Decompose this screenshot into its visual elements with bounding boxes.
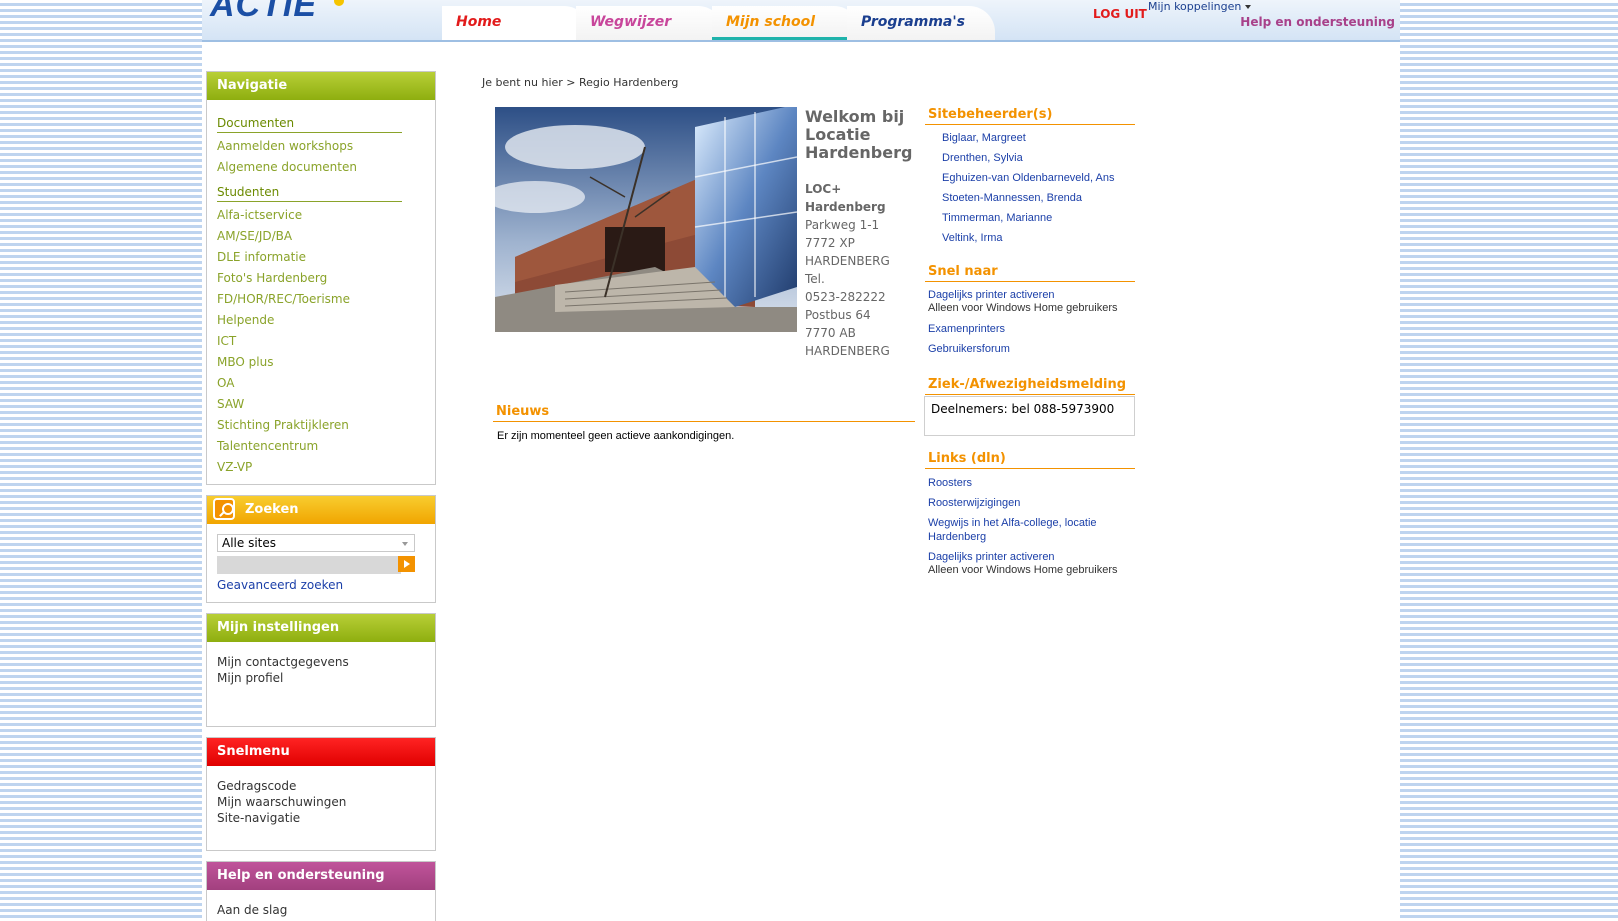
logo[interactable]: ACTIE	[210, 0, 317, 25]
building-photo-svg	[495, 107, 797, 332]
chevron-down-icon	[1245, 5, 1252, 9]
links-item[interactable]: Dagelijks printer activeren	[928, 550, 1055, 564]
ziek-title: Ziek-/Afwezigheidsmelding	[925, 377, 1135, 395]
nav-item[interactable]: Stichting Praktijkleren	[217, 418, 425, 433]
koppelingen-label: Mijn koppelingen	[1148, 0, 1242, 13]
navigation-list: Documenten Aanmelden workshops Algemene …	[207, 100, 435, 475]
nav-item[interactable]: Foto's Hardenberg	[217, 271, 425, 286]
address-tel: 0523-282222	[805, 290, 886, 304]
search-body: Alle sites Geavanceerd zoeken	[207, 524, 435, 592]
address-po-zip: 7770 AB	[805, 326, 856, 340]
nav-item[interactable]: OA	[217, 376, 425, 391]
nav-item[interactable]: Aanmelden workshops	[217, 139, 425, 154]
snel-note: Alleen voor Windows Home gebruikers	[928, 302, 1118, 314]
tab-mijn-school[interactable]: Mijn school	[712, 6, 860, 40]
admins-title: Sitebeheerder(s)	[925, 107, 1135, 125]
help-link[interactable]: Help en ondersteuning	[1240, 15, 1395, 29]
snelmenu-list: Gedragscode Mijn waarschuwingen Site-nav…	[207, 766, 435, 826]
address-street: Parkweg 1-1	[805, 218, 880, 232]
links-item[interactable]: Roosters	[928, 476, 972, 490]
admin-link[interactable]: Biglaar, Margreet	[942, 131, 1026, 145]
nav-group-studenten[interactable]: Studenten	[217, 185, 402, 202]
help-box-title: Help en ondersteuning	[207, 862, 435, 890]
admin-link[interactable]: Stoeten-Mannessen, Brenda	[942, 191, 1082, 205]
nav-item[interactable]: DLE informatie	[217, 250, 425, 265]
admin-link[interactable]: Eghuizen-van Oldenbarneveld, Ans	[942, 171, 1114, 185]
news-title: Nieuws	[493, 404, 915, 422]
nav-item[interactable]: Alfa-ictservice	[217, 208, 425, 223]
search-go-button[interactable]	[398, 556, 415, 572]
address-block: LOC+ Hardenberg Parkweg 1-1 7772 XP HARD…	[805, 180, 915, 360]
help-box-list: Aan de slag	[207, 890, 435, 918]
address-po: Postbus 64	[805, 308, 871, 322]
snelmenu-item[interactable]: Site-navigatie	[217, 810, 425, 826]
nav-item[interactable]: FD/HOR/REC/Toerisme	[217, 292, 425, 307]
snelmenu-box: Snelmenu Gedragscode Mijn waarschuwingen…	[206, 737, 436, 851]
search-scope-value: Alle sites	[222, 536, 276, 550]
nav-item[interactable]: MBO plus	[217, 355, 425, 370]
address-tel-label: Tel.	[805, 272, 825, 286]
admin-link[interactable]: Veltink, Irma	[942, 231, 1003, 245]
logo-star-icon	[334, 0, 344, 6]
ziek-info-box: Deelnemers: bel 088-5973900	[924, 396, 1135, 436]
search-scope-select[interactable]: Alle sites	[217, 534, 415, 552]
snelmenu-item[interactable]: Mijn waarschuwingen	[217, 794, 425, 810]
search-title: Zoeken	[207, 496, 435, 524]
nav-item[interactable]: VZ-VP	[217, 460, 425, 475]
nav-group-documenten[interactable]: Documenten	[217, 116, 402, 133]
top-header: ACTIE Home Wegwijzer Mijn school Program…	[202, 0, 1400, 42]
snel-link[interactable]: Examenprinters	[928, 322, 1005, 336]
admin-link[interactable]: Timmerman, Marianne	[942, 211, 1052, 225]
location-photo	[495, 107, 797, 332]
page: ACTIE Home Wegwijzer Mijn school Program…	[202, 0, 1400, 921]
snelmenu-item[interactable]: Gedragscode	[217, 778, 425, 794]
settings-item[interactable]: Mijn profiel	[217, 670, 425, 686]
snelmenu-title: Snelmenu	[207, 738, 435, 766]
navigation-title: Navigatie	[207, 72, 435, 100]
ziek-text: Deelnemers: bel 088-5973900	[931, 402, 1115, 416]
nav-item[interactable]: ICT	[217, 334, 425, 349]
search-box: Zoeken Alle sites Geavanceerd zoeken	[206, 495, 436, 603]
search-row	[217, 556, 425, 574]
help-box: Help en ondersteuning Aan de slag	[206, 861, 436, 921]
help-item[interactable]: Aan de slag	[217, 902, 425, 918]
welcome-title: Welkom bij Locatie Hardenberg	[805, 107, 913, 162]
address-po-city: HARDENBERG	[805, 344, 890, 358]
settings-list: Mijn contactgegevens Mijn profiel	[207, 642, 435, 686]
search-title-label: Zoeken	[245, 502, 299, 517]
tab-programmas[interactable]: Programma's	[847, 6, 995, 40]
search-icon	[213, 498, 235, 520]
nav-item[interactable]: Helpende	[217, 313, 425, 328]
settings-item[interactable]: Mijn contactgegevens	[217, 654, 425, 670]
address-zip: 7772 XP	[805, 236, 855, 250]
snel-link[interactable]: Gebruikersforum	[928, 342, 1010, 356]
logout-link[interactable]: LOG UIT	[1093, 7, 1147, 21]
navigation-box: Navigatie Documenten Aanmelden workshops…	[206, 71, 436, 485]
settings-title: Mijn instellingen	[207, 614, 435, 642]
koppelingen-dropdown[interactable]: Mijn koppelingen	[1148, 0, 1252, 13]
location-name: LOC+ Hardenberg	[805, 182, 886, 214]
breadcrumb: Je bent nu hier > Regio Hardenberg	[482, 76, 679, 89]
links-note: Alleen voor Windows Home gebruikers	[928, 564, 1118, 576]
tab-home[interactable]: Home	[442, 6, 590, 40]
links-title: Links (dln)	[925, 451, 1135, 469]
nav-item[interactable]: SAW	[217, 397, 425, 412]
tab-wegwijzer[interactable]: Wegwijzer	[576, 6, 724, 40]
admin-link[interactable]: Drenthen, Sylvia	[942, 151, 1023, 165]
advanced-search-link[interactable]: Geavanceerd zoeken	[217, 578, 425, 592]
snel-link[interactable]: Dagelijks printer activeren	[928, 288, 1055, 302]
nav-item[interactable]: AM/SE/JD/BA	[217, 229, 425, 244]
search-input[interactable]	[217, 556, 401, 574]
chevron-down-icon	[402, 542, 408, 546]
snel-naar-title: Snel naar	[925, 264, 1135, 282]
settings-box: Mijn instellingen Mijn contactgegevens M…	[206, 613, 436, 727]
address-city: HARDENBERG	[805, 254, 890, 268]
nav-item[interactable]: Algemene documenten	[217, 160, 425, 175]
links-item[interactable]: Wegwijs in het Alfa-college, locatie Har…	[928, 516, 1118, 544]
links-item[interactable]: Roosterwijzigingen	[928, 496, 1020, 510]
news-empty-text: Er zijn momenteel geen actieve aankondig…	[497, 430, 735, 442]
nav-item[interactable]: Talentencentrum	[217, 439, 425, 454]
